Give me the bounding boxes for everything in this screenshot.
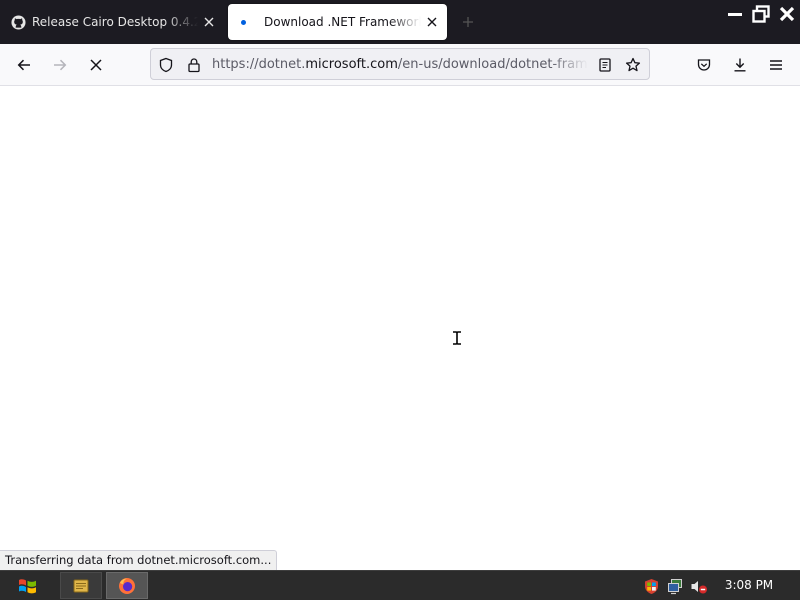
restore-icon: [752, 5, 770, 23]
new-tab-button[interactable]: [456, 10, 480, 34]
text-cursor-icon: [453, 331, 461, 345]
url-prefix: https://dotnet.: [212, 57, 306, 72]
restore-button[interactable]: [748, 0, 774, 28]
close-window-button[interactable]: [774, 0, 800, 28]
taskbar: 3:08 PM: [0, 570, 800, 600]
status-panel: Transferring data from dotnet.microsoft.…: [0, 550, 278, 570]
tab-title: Release Cairo Desktop 0.4.245 · cairoshe…: [32, 15, 198, 29]
window-controls: [722, 0, 800, 28]
minimize-button[interactable]: [722, 0, 748, 28]
taskbar-item-file-manager[interactable]: [60, 572, 102, 599]
close-tab-icon[interactable]: [421, 11, 443, 33]
folder-icon: [73, 579, 89, 592]
pocket-button[interactable]: [690, 51, 718, 79]
bookmark-star-icon[interactable]: [624, 56, 642, 74]
tab-strip: Release Cairo Desktop 0.4.245 · cairoshe…: [0, 0, 800, 44]
system-clock[interactable]: 3:08 PM: [718, 578, 780, 592]
minimize-icon: [728, 13, 742, 16]
start-button[interactable]: [0, 571, 56, 600]
tab-release-cairo[interactable]: Release Cairo Desktop 0.4.245 · cairoshe…: [3, 4, 224, 40]
navigation-toolbar: https://dotnet.microsoft.com/en-us/downl…: [0, 44, 800, 86]
url-text[interactable]: https://dotnet.microsoft.com/en-us/downl…: [212, 57, 588, 72]
volume-muted-icon[interactable]: [690, 577, 708, 595]
hamburger-menu-icon: [770, 60, 782, 70]
github-icon: [10, 14, 26, 30]
reader-view-icon[interactable]: [596, 56, 614, 74]
app-menu-button[interactable]: [762, 51, 790, 79]
close-tab-icon[interactable]: [198, 11, 220, 33]
firefox-icon: [119, 577, 135, 594]
url-host: microsoft.com: [305, 57, 398, 72]
lock-icon[interactable]: [185, 56, 203, 74]
url-path: /en-us/download/dotnet-framework/net472: [397, 57, 588, 72]
taskbar-item-firefox[interactable]: [106, 572, 148, 599]
windows-security-icon[interactable]: [642, 577, 660, 595]
windows-logo-icon: [19, 578, 36, 593]
forward-arrow-icon: [54, 59, 67, 71]
page-content[interactable]: Transferring data from dotnet.microsoft.…: [0, 86, 800, 570]
stop-loading-button[interactable]: [82, 51, 110, 79]
stop-icon: [90, 59, 102, 71]
tracking-protection-shield-icon[interactable]: [157, 56, 175, 74]
tab-download-dotnet[interactable]: Download .NET Framework 4.7.2: [228, 4, 447, 40]
back-button[interactable]: [10, 51, 38, 79]
address-bar[interactable]: https://dotnet.microsoft.com/en-us/downl…: [150, 48, 650, 80]
pocket-icon: [697, 59, 711, 71]
download-icon: [734, 58, 746, 72]
tab-title: Download .NET Framework 4.7.2: [264, 15, 421, 29]
back-arrow-icon: [17, 59, 30, 71]
loading-indicator-icon: [235, 14, 251, 30]
plus-icon: [463, 17, 473, 27]
downloads-button[interactable]: [726, 51, 754, 79]
close-icon: [779, 6, 795, 22]
forward-button[interactable]: [46, 51, 74, 79]
network-icon[interactable]: [666, 577, 684, 595]
